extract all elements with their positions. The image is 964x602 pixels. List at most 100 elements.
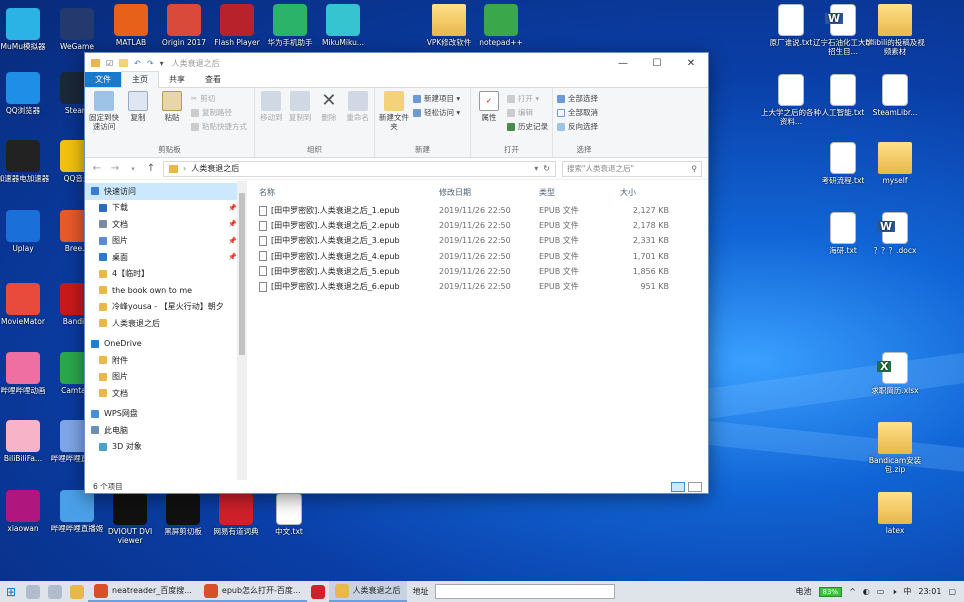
file-explorer-pinned-icon[interactable] (70, 584, 84, 599)
select-none-button[interactable]: 全部取消 (557, 107, 598, 118)
file-row[interactable]: [田中罗密欧].人类衰退之后_4.epub 2019/11/26 22:50 EPU… (259, 249, 708, 264)
paste-shortcut-button[interactable]: 粘贴快捷方式 (191, 121, 247, 132)
nav-item[interactable]: the book own to me (85, 282, 247, 299)
nav-item[interactable]: 4【临时】 (85, 266, 247, 283)
close-button[interactable]: ✕ (674, 58, 708, 69)
undo-icon[interactable]: ↶ (134, 59, 141, 68)
desktop-icon[interactable]: 中文.txt (258, 493, 320, 536)
nav-item[interactable]: 快速访问 (85, 183, 247, 200)
network-icon[interactable]: ▭ (877, 587, 885, 596)
search-input[interactable]: 搜索"人类衰退之后" ⚲ (562, 160, 702, 177)
tab-view[interactable]: 查看 (195, 72, 231, 87)
back-icon[interactable]: ← (91, 163, 103, 174)
file-row[interactable]: [田中罗密欧].人类衰退之后_3.epub 2019/11/26 22:50 EPU… (259, 233, 708, 248)
clock[interactable]: 23:01 (918, 587, 941, 596)
taskbar-app-browser-2[interactable]: epub怎么打开-百度... (197, 581, 307, 602)
file-row[interactable]: [田中罗密欧].人类衰退之后_2.epub 2019/11/26 22:50 EPU… (259, 218, 708, 233)
tab-file[interactable]: 文件 (85, 72, 121, 87)
desktop-icon[interactable]: Bandicam安装包.zip (864, 422, 926, 474)
up-icon[interactable]: ↑ (145, 163, 157, 174)
desktop-icon[interactable]: 求职简历.xlsx (864, 352, 926, 395)
new-folder-quick-icon[interactable] (119, 59, 129, 67)
nav-item[interactable]: WPS网盘 (85, 406, 247, 423)
nav-item[interactable]: 此电脑 (85, 422, 247, 439)
nav-item[interactable]: 桌面 📌 (85, 249, 247, 266)
nav-scrollbar[interactable] (237, 181, 247, 480)
new-item-button[interactable]: 新建项目 ▾ (413, 93, 460, 104)
copy-path-button[interactable]: 复制路径 (191, 107, 247, 118)
nav-item[interactable]: OneDrive (85, 336, 247, 353)
easy-access-button[interactable]: 轻松访问 ▾ (413, 107, 460, 118)
taskbar-app-browser-1[interactable]: neatreader_百度搜... (88, 581, 198, 602)
start-icon[interactable]: ⊞ (0, 581, 22, 602)
nav-item-label: 3D 对象 (112, 442, 142, 452)
tab-home[interactable]: 主页 (121, 71, 159, 88)
volume-icon[interactable]: 🕨 (891, 587, 896, 597)
desktop-icon[interactable]: myself (864, 142, 926, 185)
tab-share[interactable]: 共享 (159, 72, 195, 87)
refresh-icon[interactable]: ↻ (543, 164, 550, 173)
nav-item[interactable]: 图片 📌 (85, 233, 247, 250)
nav-item-label: 下载 (112, 203, 128, 213)
nav-item[interactable]: 冷峰yousa - 【星火行动】朝夕 (85, 299, 247, 316)
desktop-icon[interactable]: MikuMiku... (312, 4, 374, 47)
nav-item[interactable]: 3D 对象 (85, 439, 247, 456)
battery-indicator[interactable]: 83% (818, 586, 843, 597)
show-hidden-icons-icon[interactable]: ^ (849, 587, 856, 596)
column-date[interactable]: 修改日期 (439, 187, 539, 198)
large-icons-view-icon[interactable] (688, 481, 702, 492)
nav-scrollbar-thumb[interactable] (239, 193, 245, 355)
search-taskbar-icon[interactable] (26, 584, 40, 599)
file-row[interactable]: [田中罗密欧].人类衰退之后_6.epub 2019/11/26 22:50 EPU… (259, 279, 708, 294)
forward-icon[interactable]: → (109, 163, 121, 174)
column-type[interactable]: 类型 (539, 187, 614, 198)
nav-item[interactable]: 文档 📌 (85, 216, 247, 233)
address-toolbar-input[interactable] (434, 584, 615, 599)
cut-button[interactable]: ✂ 剪切 (191, 93, 247, 104)
breadcrumb-chevron-icon[interactable]: › (183, 164, 186, 173)
taskbar-app-explorer[interactable]: 人类衰退之后 (328, 581, 407, 602)
redo-icon[interactable]: ↷ (147, 59, 154, 68)
nav-item[interactable]: 人类衰退之后 (85, 315, 247, 332)
task-view-icon[interactable] (48, 584, 62, 599)
app-icon (113, 493, 147, 525)
details-view-icon[interactable] (671, 481, 685, 492)
nav-item[interactable]: 图片 (85, 369, 247, 386)
notification-icon[interactable]: ▢ (948, 587, 956, 596)
desktop-icon[interactable]: WeGame (46, 8, 108, 51)
desktop-icon-label: ？？？.docx (873, 246, 917, 255)
address-dropdown-icon[interactable]: ▾ (534, 164, 538, 173)
app-icon (6, 8, 40, 40)
address-field[interactable]: › 人类衰退之后 ▾ ↻ (163, 160, 556, 177)
nav-item[interactable]: 附件 (85, 352, 247, 369)
file-row[interactable]: [田中罗密欧].人类衰退之后_5.epub 2019/11/26 22:50 EPU… (259, 264, 708, 279)
steam-tray-icon[interactable]: ◐ (863, 587, 870, 596)
search-icon[interactable]: ⚲ (692, 164, 698, 173)
desktop-icon[interactable]: SteamLibr... (864, 74, 926, 117)
properties-quick-icon[interactable]: ☑ (106, 59, 113, 68)
recent-dropdown-icon[interactable]: ▾ (127, 165, 139, 173)
open-button[interactable]: 打开 ▾ (507, 93, 548, 104)
column-name[interactable]: 名称 (259, 187, 439, 198)
select-all-button[interactable]: 全部选择 (557, 93, 598, 104)
desktop-icon[interactable]: ？？？.docx (864, 212, 926, 255)
app-icon (6, 490, 40, 522)
group-label: 新建 (415, 145, 430, 154)
desktop-icon[interactable]: bilibili的投稿及视频素材 (864, 4, 926, 56)
minimize-button[interactable]: — (606, 58, 640, 69)
desktop-icon-label: WeGame (60, 42, 94, 51)
nav-item[interactable]: 下载 📌 (85, 200, 247, 217)
language-indicator[interactable]: 中 (903, 586, 911, 597)
breadcrumb[interactable]: 人类衰退之后 (191, 163, 239, 174)
desktop-icon[interactable]: notepad++ (470, 4, 532, 47)
desktop-icon[interactable]: latex (864, 492, 926, 535)
edit-button[interactable]: 编辑 (507, 107, 548, 118)
column-size[interactable]: 大小 (614, 187, 669, 198)
invert-selection-button[interactable]: 反向选择 (557, 121, 598, 132)
maximize-button[interactable]: ☐ (640, 58, 674, 69)
youdao-icon[interactable] (310, 584, 325, 599)
qat-dropdown-icon[interactable]: ▾ (160, 59, 164, 68)
nav-item[interactable]: 文档 (85, 385, 247, 402)
history-button[interactable]: 历史记录 (507, 121, 548, 132)
file-row[interactable]: [田中罗密欧].人类衰退之后_1.epub 2019/11/26 22:50 EPU… (259, 203, 708, 218)
